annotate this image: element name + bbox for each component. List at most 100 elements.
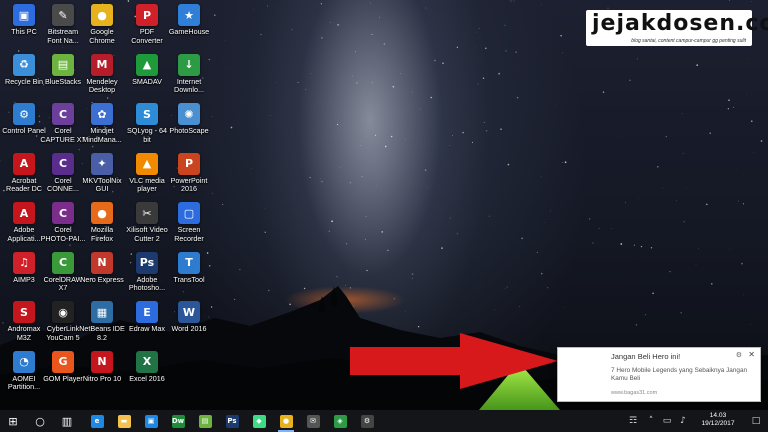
desktop-icon[interactable]: ↓ Internet Downlo... bbox=[166, 53, 212, 95]
taskbar-app-photoshop[interactable]: Ps bbox=[221, 410, 243, 432]
desktop-icon-label: Xilisoft Video Cutter 2 bbox=[126, 225, 168, 243]
taskbar-app-network-tool[interactable]: ◈ bbox=[329, 410, 351, 432]
desktop-icon[interactable]: S SQLyog - 64 bit bbox=[124, 103, 170, 144]
desktop-icon[interactable]: ✿ Mindjet MindMana... bbox=[79, 103, 125, 144]
desktop-app-icon: ▲ bbox=[136, 152, 158, 175]
desktop-icon[interactable]: Ps Adobe Photosho... bbox=[124, 251, 170, 293]
desktop-icon-label: Nero Express bbox=[80, 274, 124, 284]
desktop-app-icon: C bbox=[52, 103, 74, 125]
desktop-app-icon: ✎ bbox=[52, 4, 74, 26]
desktop-app-icon: E bbox=[136, 301, 158, 323]
desktop-icon[interactable]: ★ GameHouse bbox=[166, 4, 212, 37]
desktop-app-icon: ▲ bbox=[136, 53, 158, 76]
taskbar-app-settings[interactable]: ⚙ bbox=[356, 410, 378, 432]
taskbar-app-android[interactable]: ◆ bbox=[248, 410, 270, 432]
desktop-icon[interactable]: W Word 2016 bbox=[166, 301, 212, 334]
desktop-icon-label: Mindjet MindMana... bbox=[82, 126, 122, 144]
task-view-button[interactable]: ▥ bbox=[56, 410, 78, 432]
desktop-app-icon: M bbox=[91, 53, 113, 76]
desktop-icon[interactable]: E Edraw Max bbox=[124, 301, 170, 334]
logo-text: jejakdosen.com bbox=[592, 11, 768, 36]
desktop-icon-label: SMADAV bbox=[132, 76, 162, 86]
desktop-icon-label: Excel 2016 bbox=[129, 373, 165, 383]
desktop-icon-label: SQLyog - 64 bit bbox=[126, 126, 168, 144]
people-icon[interactable]: ☶ bbox=[626, 410, 640, 432]
desktop-app-icon: ▤ bbox=[52, 53, 74, 76]
desktop-icon[interactable]: P PowerPoint 2016 bbox=[166, 152, 212, 194]
notification-settings-icon[interactable]: ⚙ bbox=[736, 351, 742, 359]
desktop-icon[interactable]: N Nitro Pro 10 bbox=[79, 350, 125, 384]
store-icon: ▣ bbox=[144, 414, 158, 428]
desktop-icon-label: Nitro Pro 10 bbox=[82, 373, 122, 383]
desktop-app-icon: ▦ bbox=[91, 301, 113, 323]
desktop-app-icon: ◉ bbox=[52, 301, 74, 323]
desktop-icon-label: Mendeley Desktop bbox=[86, 76, 118, 95]
desktop-app-icon: A bbox=[13, 202, 35, 224]
desktop[interactable]: ▣ This PC ✎ Bitstream Font Na... ● Google Chr… bbox=[0, 0, 768, 432]
notification-close-icon[interactable]: ✕ bbox=[748, 350, 755, 359]
red-arrow-annotation bbox=[350, 333, 558, 389]
start-button[interactable]: ⊞ bbox=[2, 410, 24, 432]
desktop-icon[interactable]: ● Google Chrome bbox=[79, 4, 125, 45]
desktop-icon[interactable]: ▦ NetBeans IDE 8.2 bbox=[79, 301, 125, 342]
taskbar: ⊞ ○ ▥ e ▬ ▣ Dw ▤ Ps ◆ ● ✉ ◈ ⚙ ☶ ˄ ▭ ♪ 14.03 19/12/… bbox=[0, 410, 768, 432]
desktop-app-icon: ◔ bbox=[13, 350, 35, 373]
desktop-icon[interactable]: T TransTool bbox=[166, 251, 212, 285]
network-icon[interactable]: ▭ bbox=[660, 410, 674, 432]
taskbar-app-dreamweaver[interactable]: Dw bbox=[167, 410, 189, 432]
taskbar-app-bluestacks[interactable]: ▤ bbox=[194, 410, 216, 432]
mail-icon: ✉ bbox=[306, 414, 320, 428]
desktop-icon[interactable]: ✂ Xilisoft Video Cutter 2 bbox=[124, 202, 170, 243]
notification-toast[interactable]: Jangan Beli Hero ini! ⚙ ✕ 7 Hero Mobile … bbox=[557, 347, 761, 402]
desktop-icon[interactable]: ✦ MKVToolNix GUI bbox=[79, 152, 125, 194]
taskbar-app-chrome[interactable]: ● bbox=[275, 410, 297, 432]
desktop-app-icon: Ps bbox=[136, 251, 158, 274]
taskbar-app-store[interactable]: ▣ bbox=[140, 410, 162, 432]
clock[interactable]: 14.03 19/12/2017 bbox=[696, 412, 740, 428]
desktop-icon[interactable]: N Nero Express bbox=[79, 251, 125, 285]
desktop-icon[interactable]: ▲ SMADAV bbox=[124, 53, 170, 87]
desktop-icon[interactable]: ▲ VLC media player bbox=[124, 152, 170, 194]
edge-icon: e bbox=[90, 414, 104, 428]
action-center-icon[interactable]: □ bbox=[748, 410, 764, 432]
desktop-icon[interactable]: ● Mozilla Firefox bbox=[79, 202, 125, 243]
network-tool-icon: ◈ bbox=[333, 414, 347, 428]
desktop-icon-label: GameHouse bbox=[168, 27, 210, 36]
desktop-app-icon: A bbox=[13, 152, 35, 175]
taskbar-app-edge[interactable]: e bbox=[86, 410, 108, 432]
site-logo: jejakdosen.com blog santai, content camp… bbox=[586, 10, 768, 46]
desktop-app-icon: ↓ bbox=[178, 53, 200, 76]
desktop-app-icon: ● bbox=[91, 202, 113, 224]
chrome-icon: ● bbox=[279, 414, 293, 428]
desktop-icon-label: PDF Converter bbox=[131, 27, 163, 45]
show-hidden-icons-chevron-icon[interactable]: ˄ bbox=[644, 410, 658, 432]
desktop-icon[interactable]: ▢ Screen Recorder bbox=[166, 202, 212, 243]
desktop-icon-label: Edraw Max bbox=[129, 324, 165, 333]
search-button[interactable]: ○ bbox=[29, 410, 51, 432]
desktop-icon-label: Mozilla Firefox bbox=[90, 225, 114, 243]
desktop-icon-label: Word 2016 bbox=[171, 324, 207, 333]
desktop-icon[interactable]: M Mendeley Desktop bbox=[79, 53, 125, 95]
desktop-app-icon: ▢ bbox=[178, 202, 200, 224]
desktop-app-icon: ♫ bbox=[13, 251, 35, 274]
volume-icon[interactable]: ♪ bbox=[676, 410, 690, 432]
desktop-app-icon: C bbox=[52, 202, 74, 224]
desktop-app-icon: N bbox=[91, 350, 113, 373]
desktop-app-icon: S bbox=[136, 103, 158, 125]
file-explorer-icon: ▬ bbox=[117, 414, 131, 428]
notification-source: www.bagas31.com bbox=[611, 390, 658, 396]
taskbar-app-mail[interactable]: ✉ bbox=[302, 410, 324, 432]
desktop-icon-label: TransTool bbox=[173, 274, 205, 284]
taskbar-app-file-explorer[interactable]: ▬ bbox=[113, 410, 135, 432]
desktop-icon[interactable]: X Excel 2016 bbox=[124, 350, 170, 384]
desktop-icon[interactable]: P PDF Converter bbox=[124, 4, 170, 45]
desktop-icon[interactable]: ✺ PhotoScape bbox=[166, 103, 212, 136]
desktop-icon-label: Screen Recorder bbox=[174, 225, 204, 243]
desktop-icon-label: Google Chrome bbox=[89, 27, 115, 45]
notification-body: 7 Hero Mobile Legends yang Sebaiknya Jan… bbox=[611, 367, 748, 382]
desktop-app-icon: C bbox=[52, 251, 74, 274]
desktop-app-icon: ✂ bbox=[136, 202, 158, 224]
desktop-app-icon: P bbox=[136, 4, 158, 26]
notification-title: Jangan Beli Hero ini! bbox=[611, 352, 681, 361]
desktop-app-icon: ✦ bbox=[91, 152, 113, 175]
